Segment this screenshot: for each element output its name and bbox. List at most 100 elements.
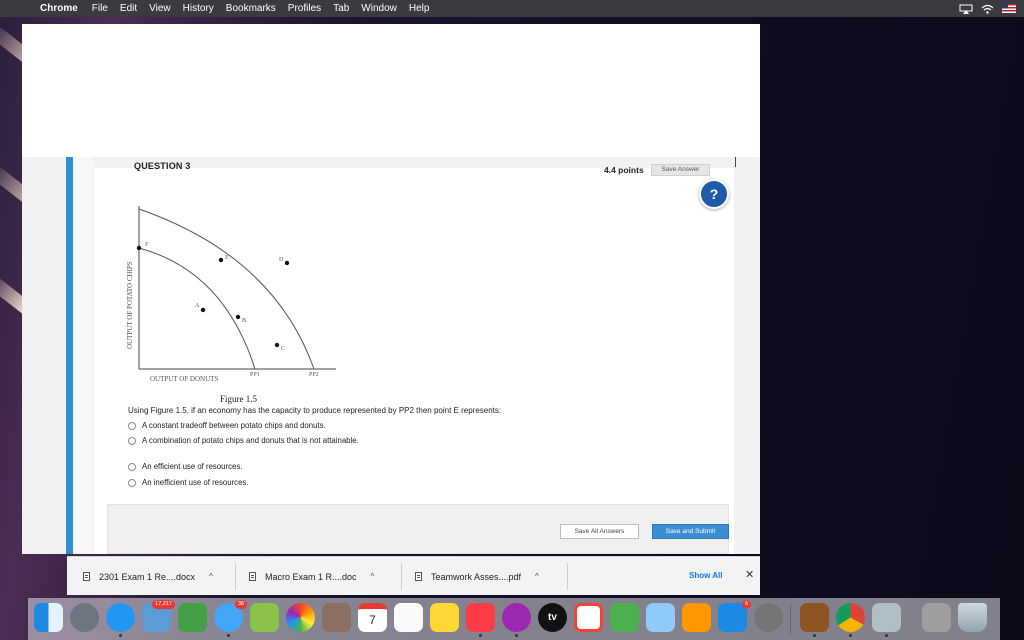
menu-edit[interactable]: Edit	[120, 3, 137, 14]
finder-icon[interactable]	[34, 603, 63, 632]
notes-icon[interactable]	[430, 603, 459, 632]
status-icons	[959, 0, 1016, 17]
menu-tab[interactable]: Tab	[333, 3, 349, 14]
point-c	[274, 342, 280, 348]
question-prompt: Using Figure 1.5, if an economy has the …	[128, 406, 502, 415]
launchpad-icon[interactable]	[70, 603, 99, 632]
apple-tv-icon[interactable]: tv	[538, 603, 567, 632]
option-b[interactable]: A combination of potato chips and donuts…	[128, 436, 359, 445]
point-d	[284, 260, 290, 266]
help-icon[interactable]: ?	[699, 179, 729, 209]
chevron-up-icon[interactable]: ^	[209, 572, 213, 581]
preview-icon[interactable]	[872, 603, 901, 632]
music-icon[interactable]	[466, 603, 495, 632]
page-top-blank	[22, 24, 760, 157]
download-item[interactable]: Teamwork Asses....pdf ^	[415, 557, 539, 596]
divider	[567, 563, 568, 590]
option-a-label: A constant tradeoff between potato chips…	[142, 421, 326, 430]
trash-icon[interactable]	[958, 603, 987, 632]
running-indicator	[515, 634, 518, 637]
point-label-e: E	[225, 255, 229, 261]
photos-icon[interactable]	[286, 603, 315, 632]
maps-icon[interactable]	[250, 603, 279, 632]
left-gutter	[73, 157, 93, 554]
app-store-icon[interactable]: 6	[718, 600, 751, 632]
running-indicator	[479, 634, 482, 637]
option-c[interactable]: An efficient use of resources.	[128, 462, 242, 471]
divider	[235, 563, 236, 590]
show-all-downloads-link[interactable]: Show All	[689, 571, 722, 580]
question-points: 4.4 points	[604, 165, 644, 175]
y-axis-label: OUTPUT OF POTATO CHIPS	[126, 261, 134, 349]
point-label-b: B	[242, 318, 246, 324]
close-icon[interactable]: ✕	[745, 568, 754, 581]
menu-app-name[interactable]: Chrome	[40, 3, 78, 14]
curve-label-pp2: PP2	[309, 372, 319, 378]
download-item[interactable]: 2301 Exam 1 Re....docx ^	[83, 557, 213, 596]
numbers-icon[interactable]	[610, 603, 639, 632]
keynote-icon[interactable]	[646, 603, 675, 632]
ppf-figure: OUTPUT OF POTATO CHIPS PP1 PP2 F E D A B…	[126, 206, 336, 404]
wifi-icon[interactable]	[981, 4, 994, 14]
right-edge-marker	[735, 157, 736, 167]
left-accent-strip	[66, 157, 73, 554]
notification-badge: 38	[234, 600, 247, 609]
messages-icon[interactable]: 38	[214, 600, 247, 632]
airplay-icon[interactable]	[959, 4, 973, 14]
radio-option-b[interactable]	[128, 436, 136, 445]
download-filename: Teamwork Asses....pdf	[431, 571, 522, 582]
folder-stack-icon[interactable]	[922, 603, 951, 632]
safari-icon[interactable]	[106, 603, 135, 632]
point-label-a: A	[195, 303, 200, 309]
ppf-curve-pp2	[138, 208, 315, 370]
option-b-label: A combination of potato chips and donuts…	[142, 436, 359, 445]
chevron-up-icon[interactable]: ^	[371, 572, 375, 581]
mail-icon[interactable]: 17,217	[142, 600, 175, 632]
radio-option-c[interactable]	[128, 462, 136, 471]
save-and-submit-button[interactable]: Save and Submit	[652, 524, 729, 539]
pages-icon[interactable]	[682, 603, 711, 632]
radio-option-d[interactable]	[128, 478, 136, 487]
option-a[interactable]: A constant tradeoff between potato chips…	[128, 421, 326, 430]
document-icon	[249, 572, 256, 581]
download-item[interactable]: Macro Exam 1 R....doc ^	[249, 557, 374, 596]
menu-file[interactable]: File	[92, 3, 108, 14]
radio-option-a[interactable]	[128, 421, 136, 430]
facetime-icon[interactable]	[178, 603, 207, 632]
menu-window[interactable]: Window	[361, 3, 397, 14]
option-d-label: An inefficient use of resources.	[142, 478, 249, 487]
option-d[interactable]: An inefficient use of resources.	[128, 478, 248, 487]
reminders-icon[interactable]	[394, 603, 423, 632]
menu-profiles[interactable]: Profiles	[288, 3, 321, 14]
download-filename: 2301 Exam 1 Re....docx	[99, 571, 196, 582]
running-indicator	[227, 634, 230, 637]
podcasts-icon[interactable]	[502, 603, 531, 632]
contacts-icon[interactable]	[322, 603, 351, 632]
save-answer-button[interactable]: Save Answer	[651, 164, 710, 176]
news-icon[interactable]	[574, 603, 603, 632]
menu-bookmarks[interactable]: Bookmarks	[226, 3, 276, 14]
save-all-answers-button[interactable]: Save All Answers	[560, 524, 639, 539]
notification-badge: 17,217	[152, 600, 175, 609]
chrome-icon[interactable]	[836, 603, 865, 632]
question-panel: QUESTION 3 4.4 points Save Answer ? OUTP…	[94, 157, 734, 554]
dock: 17,217 38 7 tv 6	[28, 598, 1000, 640]
running-indicator	[813, 634, 816, 637]
x-axis-label: OUTPUT OF DONUTS	[150, 375, 218, 383]
curve-label-pp1: PP1	[250, 372, 260, 378]
document-icon	[415, 572, 422, 581]
calendar-icon[interactable]: 7	[358, 603, 387, 632]
flag-icon[interactable]	[1002, 4, 1016, 13]
chevron-up-icon[interactable]: ^	[535, 572, 539, 581]
guitar-app-icon[interactable]	[800, 603, 829, 632]
menu-history[interactable]: History	[183, 3, 214, 14]
running-indicator	[119, 634, 122, 637]
downloads-bar: 2301 Exam 1 Re....docx ^ Macro Exam 1 R.…	[67, 556, 760, 595]
system-preferences-icon[interactable]	[754, 603, 783, 632]
point-e	[218, 257, 224, 263]
menu-view[interactable]: View	[149, 3, 171, 14]
menu-help[interactable]: Help	[409, 3, 430, 14]
point-a	[200, 307, 206, 313]
download-filename: Macro Exam 1 R....doc	[265, 571, 357, 582]
figure-caption: Figure 1.5	[220, 394, 257, 404]
